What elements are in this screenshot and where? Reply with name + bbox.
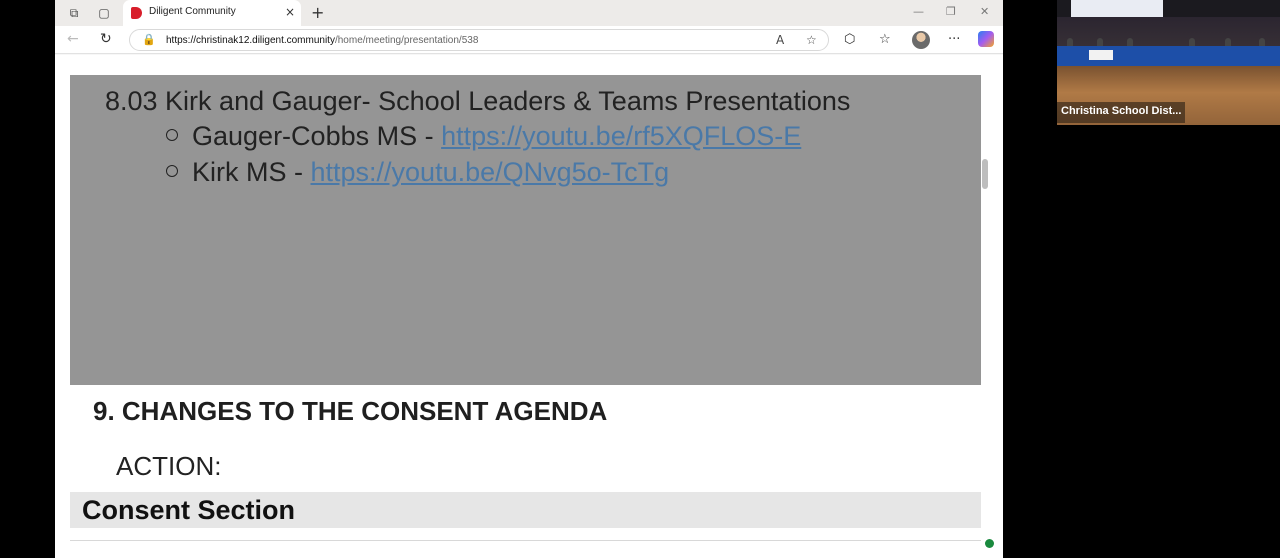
url-host: https://christinak12.diligent.community: [166, 35, 335, 46]
url-text: https://christinak12.diligent.community/…: [166, 35, 478, 46]
extensions-icon[interactable]: ⬡: [844, 32, 855, 47]
copilot-icon[interactable]: [978, 31, 994, 47]
profile-avatar[interactable]: [912, 31, 930, 49]
video-thumbnail[interactable]: Christina School Dist...: [1057, 0, 1280, 125]
favorite-star-icon[interactable]: ☆: [806, 33, 817, 47]
youtube-link[interactable]: https://youtu.be/rf5XQFLOS-E: [441, 121, 801, 151]
youtube-link[interactable]: https://youtu.be/QNvg5o-TcTg: [311, 157, 670, 187]
tab-actions-icon[interactable]: ▢: [96, 5, 112, 21]
tab-title: Diligent Community: [149, 6, 236, 17]
workspaces-icon[interactable]: ⧉: [66, 5, 82, 21]
refresh-icon[interactable]: ↻: [100, 31, 112, 47]
bullet-label: Gauger-Cobbs MS -: [192, 121, 442, 151]
divider: [70, 540, 981, 541]
circle-bullet-icon: [166, 164, 178, 177]
window-close-icon[interactable]: ✕: [980, 5, 989, 18]
more-menu-icon[interactable]: ···: [948, 32, 960, 47]
screen: ⧉ ▢ Diligent Community × + — ❐ ✕ ← ↻ 🔒 h…: [0, 0, 1280, 558]
address-toolbar: ← ↻ 🔒 https://christinak12.diligent.comm…: [55, 26, 1003, 54]
url-path: /home/meeting/presentation/538: [334, 35, 479, 46]
dais-sign: [1089, 50, 1113, 60]
slide-bullet: Kirk MS - https://youtu.be/QNvg5o-TcTg: [166, 157, 669, 188]
slide-bullet: Gauger-Cobbs MS - https://youtu.be/rf5XQ…: [166, 121, 801, 152]
scrollbar-thumb[interactable]: [982, 159, 988, 189]
new-tab-icon[interactable]: +: [311, 3, 324, 22]
minimize-icon[interactable]: —: [913, 5, 924, 18]
video-caption: Christina School Dist...: [1057, 102, 1186, 123]
close-tab-icon[interactable]: ×: [285, 5, 295, 19]
address-bar[interactable]: 🔒 https://christinak12.diligent.communit…: [129, 29, 829, 51]
bullet-label: Kirk MS -: [192, 157, 311, 187]
consent-section-title: Consent Section: [82, 495, 296, 525]
projection-screen: [1071, 0, 1163, 17]
agenda-section-title: 9. CHANGES TO THE CONSENT AGENDA: [93, 396, 608, 426]
restore-icon[interactable]: ❐: [946, 5, 956, 18]
browser-window: ⧉ ▢ Diligent Community × + — ❐ ✕ ← ↻ 🔒 h…: [55, 0, 1003, 558]
tab-bar: ⧉ ▢ Diligent Community × + — ❐ ✕: [55, 0, 1003, 26]
presentation-slide: 8.03 Kirk and Gauger- School Leaders & T…: [70, 75, 981, 385]
tab-diligent-community[interactable]: Diligent Community ×: [123, 0, 301, 26]
diligent-logo-icon: [131, 7, 142, 19]
back-icon[interactable]: ←: [67, 31, 79, 47]
favorites-hub-icon[interactable]: ☆: [879, 32, 891, 47]
slide-title: 8.03 Kirk and Gauger- School Leaders & T…: [105, 86, 851, 116]
read-aloud-icon[interactable]: A: [776, 33, 784, 47]
status-indicator: [985, 539, 994, 548]
consent-section-header[interactable]: Consent Section: [70, 492, 981, 528]
lock-icon[interactable]: 🔒: [142, 33, 156, 46]
action-label: ACTION:: [116, 451, 222, 481]
circle-bullet-icon: [166, 128, 178, 141]
page-viewport: 8.03 Kirk and Gauger- School Leaders & T…: [55, 55, 1003, 558]
